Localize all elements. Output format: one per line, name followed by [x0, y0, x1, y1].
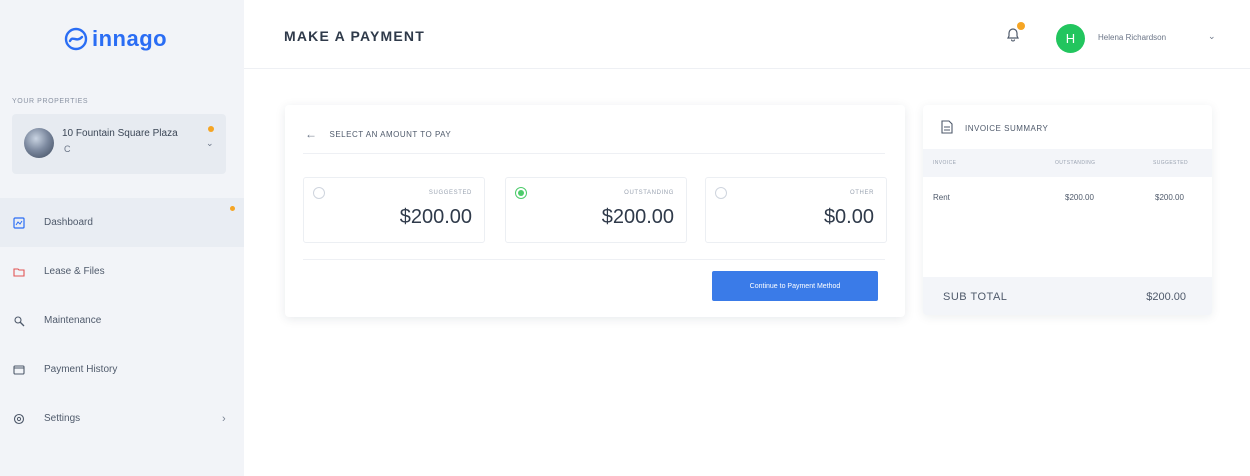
property-selector[interactable]: 10 Fountain Square Plaza C ⌄ [12, 114, 226, 174]
payment-heading: SELECT AN AMOUNT TO PAY [329, 129, 452, 139]
user-name[interactable]: Helena Richardson [1098, 33, 1166, 42]
arrow-left-icon[interactable]: ← [305, 127, 318, 141]
option-amount: $0.00 [823, 206, 874, 228]
subtotal-value: $200.00 [1146, 291, 1186, 303]
property-name: 10 Fountain Square Plaza [62, 128, 178, 139]
amount-option-outstanding[interactable]: OUTSTANDING $200.00 [505, 177, 687, 243]
option-label: SUGGESTED [428, 190, 472, 196]
sidebar: innago YOUR PROPERTIES 10 Fountain Squar… [0, 0, 244, 476]
wallet-icon [12, 363, 26, 377]
folder-icon [12, 265, 26, 279]
sidebar-item-payment-history[interactable]: Payment History [0, 345, 244, 394]
document-icon [941, 120, 953, 136]
gear-icon [12, 412, 26, 426]
option-label: OTHER [850, 190, 874, 196]
chevron-down-icon[interactable]: ⌄ [206, 138, 214, 149]
page-title: MAKE A PAYMENT [284, 28, 425, 44]
sidebar-item-settings[interactable]: Settings › [0, 394, 244, 443]
radio-button[interactable] [715, 187, 727, 199]
sidebar-item-label: Lease & Files [44, 266, 105, 277]
invoice-table-header: INVOICE OUTSTANDING SUGGESTED [923, 149, 1212, 177]
chevron-right-icon: › [222, 412, 226, 425]
sidebar-item-lease-files[interactable]: Lease & Files [0, 247, 244, 296]
sidebar-item-label: Payment History [44, 364, 118, 375]
continue-button[interactable]: Continue to Payment Method [712, 271, 878, 301]
column-header: INVOICE [933, 160, 957, 166]
wrench-icon [12, 314, 26, 328]
invoice-name: Rent [933, 193, 950, 202]
column-header: SUGGESTED [1153, 160, 1188, 166]
invoice-body: INVOICE SUMMARY INVOICE OUTSTANDING SUGG… [923, 105, 1212, 277]
radio-button[interactable] [515, 187, 527, 199]
amount-option-suggested[interactable]: SUGGESTED $200.00 [303, 177, 485, 243]
app-logo[interactable]: innago [64, 26, 167, 52]
property-avatar [24, 128, 54, 158]
radio-button[interactable] [313, 187, 325, 199]
properties-label: YOUR PROPERTIES [12, 98, 89, 105]
option-amount: $200.00 [601, 206, 674, 228]
invoice-suggested: $200.00 [1155, 193, 1184, 202]
chevron-down-icon[interactable]: ⌄ [1208, 31, 1216, 42]
dashboard-icon [12, 216, 26, 230]
option-amount: $200.00 [399, 206, 472, 228]
sidebar-item-dashboard[interactable]: Dashboard [0, 198, 244, 247]
invoice-summary-card: INVOICE SUMMARY INVOICE OUTSTANDING SUGG… [923, 105, 1212, 315]
sidebar-item-label: Settings [44, 413, 81, 424]
option-label: OUTSTANDING [624, 190, 674, 196]
logo-text: innago [92, 26, 168, 51]
sidebar-item-label: Dashboard [44, 217, 93, 228]
payment-header: ← SELECT AN AMOUNT TO PAY [305, 127, 451, 141]
avatar[interactable]: H [1056, 24, 1085, 53]
invoice-outstanding: $200.00 [1065, 193, 1094, 202]
payment-card: ← SELECT AN AMOUNT TO PAY SUGGESTED $200… [285, 105, 905, 317]
column-header: OUTSTANDING [1055, 160, 1096, 166]
top-header: MAKE A PAYMENT H Helena Richardson ⌄ [244, 0, 1250, 69]
divider [303, 259, 885, 260]
amount-option-other[interactable]: OTHER $0.00 [705, 177, 887, 243]
property-notification-dot [208, 126, 214, 132]
notification-dot [230, 206, 235, 211]
sidebar-nav: Dashboard Lease & Files Maintenance Paym… [0, 198, 244, 443]
property-unit: C [64, 144, 71, 154]
sidebar-item-label: Maintenance [44, 315, 102, 326]
divider [303, 153, 885, 154]
subtotal-label: SUB TOTAL [943, 291, 1008, 303]
notification-dot [1017, 22, 1025, 30]
logo-icon [64, 27, 88, 51]
invoice-heading: INVOICE SUMMARY [965, 123, 1049, 133]
invoice-header: INVOICE SUMMARY [941, 120, 1048, 136]
sidebar-item-maintenance[interactable]: Maintenance [0, 296, 244, 345]
